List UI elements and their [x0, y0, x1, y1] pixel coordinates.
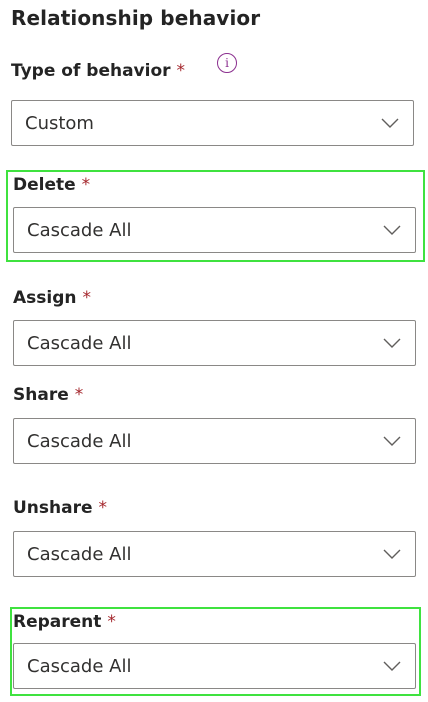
required-asterisk: * — [82, 288, 92, 308]
reparent-value: Cascade All — [27, 655, 132, 677]
assign-dropdown[interactable]: Cascade All — [13, 320, 416, 366]
reparent-label-row: Reparent * — [13, 610, 116, 634]
assign-value: Cascade All — [27, 332, 132, 354]
unshare-value: Cascade All — [27, 543, 132, 565]
assign-label-row: Assign * — [13, 286, 91, 310]
section-title: Relationship behavior — [11, 6, 261, 30]
required-asterisk: * — [98, 498, 108, 518]
share-label-row: Share * — [13, 383, 83, 407]
reparent-dropdown[interactable]: Cascade All — [13, 643, 416, 689]
required-asterisk: * — [81, 175, 91, 195]
unshare-label-row: Unshare * — [13, 496, 107, 520]
unshare-dropdown[interactable]: Cascade All — [13, 531, 416, 577]
type-of-behavior-label: Type of behavior — [11, 61, 171, 81]
delete-value: Cascade All — [27, 219, 132, 241]
unshare-label: Unshare — [13, 498, 93, 518]
share-value: Cascade All — [27, 430, 132, 452]
required-asterisk: * — [176, 61, 186, 81]
delete-label: Delete — [13, 175, 76, 195]
chevron-down-icon — [383, 545, 401, 563]
reparent-label: Reparent — [13, 612, 102, 632]
required-asterisk: * — [107, 612, 116, 632]
share-label: Share — [13, 385, 69, 405]
type-of-behavior-label-row: Type of behavior * — [11, 59, 185, 83]
chevron-down-icon — [383, 432, 401, 450]
required-asterisk: * — [74, 385, 84, 405]
chevron-down-icon — [383, 657, 401, 675]
type-of-behavior-dropdown[interactable]: Custom — [11, 100, 414, 146]
chevron-down-icon — [383, 334, 401, 352]
delete-dropdown[interactable]: Cascade All — [13, 207, 416, 253]
share-dropdown[interactable]: Cascade All — [13, 418, 416, 464]
chevron-down-icon — [381, 114, 399, 132]
info-icon[interactable]: i — [217, 53, 237, 73]
assign-label: Assign — [13, 288, 77, 308]
chevron-down-icon — [383, 221, 401, 239]
type-of-behavior-value: Custom — [25, 112, 94, 134]
delete-label-row: Delete * — [13, 173, 90, 197]
